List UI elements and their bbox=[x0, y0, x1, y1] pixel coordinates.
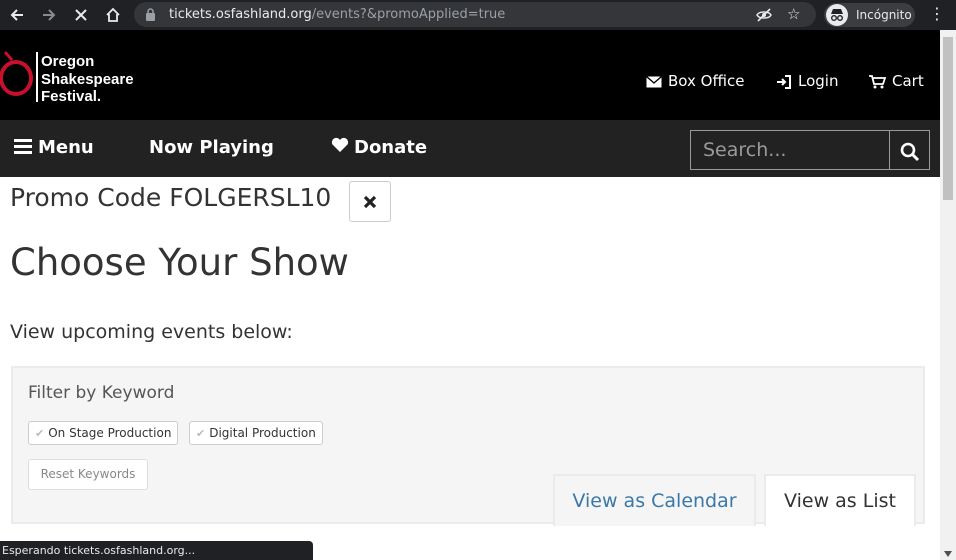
url-path: /events?&promoApplied=true bbox=[311, 7, 506, 22]
address-url: tickets.osfashland.org/events?&promoAppl… bbox=[169, 6, 505, 23]
star-icon[interactable]: ☆ bbox=[787, 5, 800, 23]
home-icon[interactable] bbox=[102, 5, 124, 25]
cart-label: Cart bbox=[892, 72, 924, 90]
search-input[interactable] bbox=[691, 131, 889, 169]
envelope-icon bbox=[646, 75, 662, 87]
chip-label: On Stage Production bbox=[48, 426, 172, 440]
eye-slash-icon[interactable] bbox=[756, 7, 772, 23]
login-link[interactable]: Login bbox=[776, 70, 838, 92]
page-title: Choose Your Show bbox=[10, 241, 349, 284]
remove-promo-button[interactable] bbox=[349, 181, 391, 222]
tab-view-list[interactable]: View as List bbox=[764, 474, 916, 526]
scrollbar-thumb[interactable] bbox=[943, 37, 953, 200]
incognito-badge[interactable]: Incógnito bbox=[824, 3, 915, 27]
site-header: Oregon Shakespeare Festival. Box Office … bbox=[0, 30, 940, 120]
menu-button[interactable]: Menu bbox=[14, 136, 94, 160]
box-office-label: Box Office bbox=[668, 72, 745, 90]
logo-line-3: Festival. bbox=[41, 88, 102, 105]
logo-mark-icon bbox=[0, 51, 33, 96]
incognito-icon bbox=[826, 4, 848, 26]
lock-icon bbox=[146, 8, 155, 21]
logo-line-2: Shakespeare bbox=[41, 71, 134, 88]
chip-label: Digital Production bbox=[209, 426, 316, 440]
stop-loading-icon[interactable] bbox=[70, 5, 92, 25]
search-icon bbox=[900, 142, 920, 162]
address-bar[interactable]: tickets.osfashland.org/events?&promoAppl… bbox=[134, 2, 816, 27]
osf-logo[interactable]: Oregon Shakespeare Festival. bbox=[0, 40, 140, 110]
now-playing-label: Now Playing bbox=[149, 137, 274, 158]
reset-keywords-button[interactable]: Reset Keywords bbox=[28, 459, 148, 490]
tab-view-calendar[interactable]: View as Calendar bbox=[553, 474, 756, 526]
search-button[interactable] bbox=[889, 130, 930, 170]
hamburger-icon bbox=[14, 139, 32, 154]
scroll-down-icon[interactable] bbox=[944, 551, 952, 557]
search-field bbox=[690, 130, 890, 170]
back-icon[interactable] bbox=[6, 5, 28, 25]
incognito-label: Incógnito bbox=[856, 8, 912, 22]
main-nav: Menu Now Playing Donate bbox=[0, 120, 940, 177]
promo-code-text: Promo Code FOLGERSL10 bbox=[10, 183, 332, 212]
keyword-chip-digital[interactable]: ✔ Digital Production bbox=[189, 421, 323, 445]
status-bubble: Esperando tickets.osfashland.org... bbox=[0, 541, 313, 560]
check-icon: ✔ bbox=[35, 427, 45, 440]
login-label: Login bbox=[798, 72, 839, 90]
heart-icon bbox=[331, 137, 349, 152]
donate-link[interactable]: Donate bbox=[331, 136, 427, 160]
cart-link[interactable]: Cart bbox=[869, 70, 924, 92]
sign-in-icon bbox=[777, 74, 791, 89]
menu-label: Menu bbox=[38, 137, 94, 158]
filter-panel: Filter by Keyword ✔ On Stage Production ✔… bbox=[11, 366, 925, 526]
filter-title: Filter by Keyword bbox=[28, 383, 175, 403]
logo-line-1: Oregon bbox=[41, 53, 95, 70]
logo-divider bbox=[36, 52, 38, 102]
cart-icon bbox=[869, 74, 886, 88]
page-subtitle: View upcoming events below: bbox=[10, 321, 293, 343]
browser-toolbar: tickets.osfashland.org/events?&promoAppl… bbox=[0, 0, 956, 30]
more-options-icon[interactable]: ⋮ bbox=[929, 4, 945, 24]
keyword-chip-on-stage[interactable]: ✔ On Stage Production bbox=[28, 421, 179, 445]
close-icon bbox=[363, 195, 377, 209]
check-icon: ✔ bbox=[196, 427, 206, 440]
url-host: tickets.osfashland.org bbox=[169, 7, 312, 22]
now-playing-link[interactable]: Now Playing bbox=[149, 136, 274, 160]
donate-label: Donate bbox=[354, 137, 428, 158]
box-office-link[interactable]: Box Office bbox=[646, 70, 744, 92]
forward-icon[interactable] bbox=[38, 5, 60, 25]
